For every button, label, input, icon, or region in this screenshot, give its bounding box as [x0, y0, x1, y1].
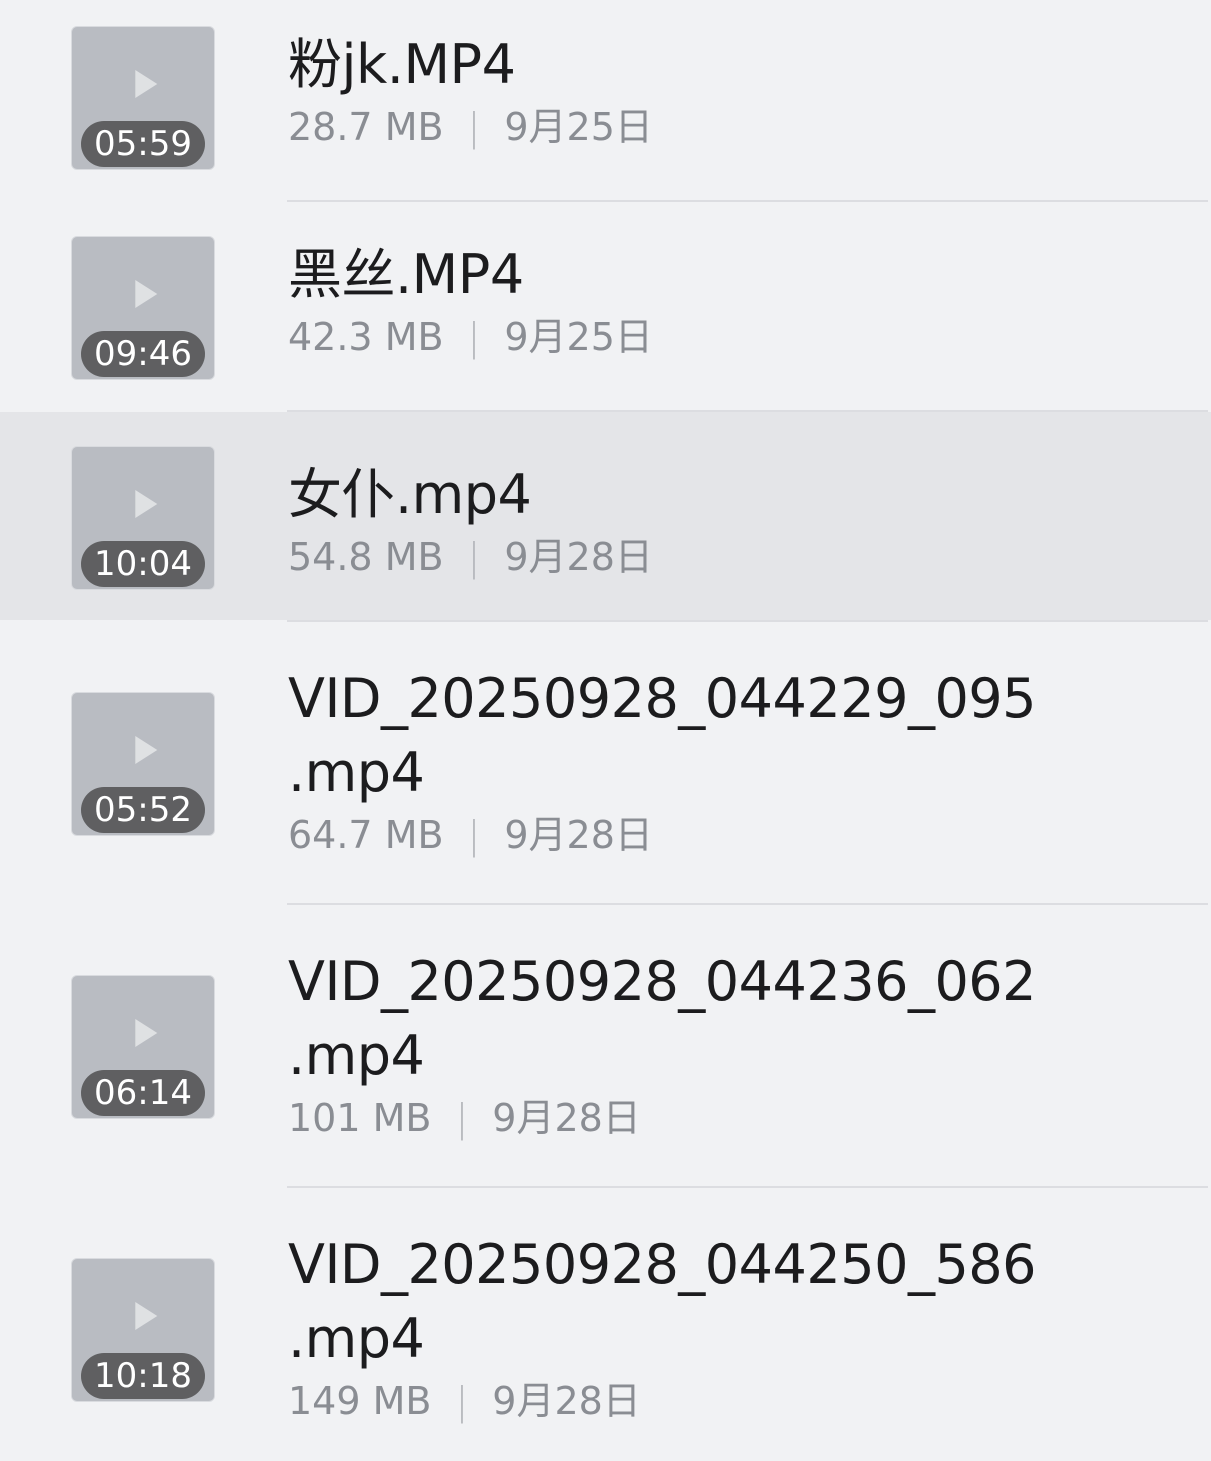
video-thumbnail[interactable]: 09:46: [71, 236, 215, 380]
duration-badge: 10:04: [81, 541, 205, 587]
file-row[interactable]: 10:18 VID_20250928_044250_586 .mp4 149 MB | 9…: [0, 1188, 1211, 1461]
video-thumbnail[interactable]: 05:52: [71, 692, 215, 836]
meta-separator: |: [467, 315, 481, 359]
file-info: 黑丝.MP4 42.3 MB | 9月25日: [288, 238, 1211, 362]
file-name: 粉jk.MP4: [288, 33, 516, 96]
play-icon: [135, 69, 158, 98]
play-icon: [135, 1301, 158, 1330]
meta-separator: |: [467, 105, 481, 149]
file-date: 9月25日: [504, 105, 653, 149]
video-thumbnail[interactable]: 06:14: [71, 975, 215, 1119]
meta-separator: |: [455, 1379, 469, 1423]
file-name: .mp4: [288, 1307, 425, 1370]
duration-badge: 05:59: [81, 121, 205, 167]
file-date: 9月28日: [504, 813, 653, 857]
video-thumbnail[interactable]: 10:04: [71, 446, 215, 590]
play-icon: [135, 735, 158, 764]
file-name: 黑丝.MP4: [288, 243, 524, 306]
play-icon: [135, 489, 158, 518]
file-info: 女仆.mp4 54.8 MB | 9月28日: [288, 458, 1211, 582]
duration-badge: 06:14: [81, 1070, 205, 1116]
meta-separator: |: [455, 1096, 469, 1140]
file-row[interactable]: 05:59 粉jk.MP4 28.7 MB | 9月25日: [0, 0, 1211, 200]
file-info: VID_20250928_044250_586 .mp4 149 MB | 9月28日: [288, 1228, 1211, 1426]
duration-badge: 10:18: [81, 1353, 205, 1399]
file-size: 64.7 MB: [288, 813, 444, 857]
file-info: VID_20250928_044229_095 .mp4 64.7 MB | 9月28日: [288, 662, 1211, 860]
file-name: VID_20250928_044229_095: [288, 667, 1037, 730]
file-meta: 54.8 MB | 9月28日: [288, 532, 1211, 582]
play-icon: [135, 279, 158, 308]
file-meta: 28.7 MB | 9月25日: [288, 102, 1211, 152]
file-row[interactable]: 06:14 VID_20250928_044236_062 .mp4 101 MB | 9…: [0, 905, 1211, 1186]
file-size: 101 MB: [288, 1096, 432, 1140]
meta-separator: |: [467, 535, 481, 579]
file-meta: 101 MB | 9月28日: [288, 1093, 1211, 1143]
file-row[interactable]: 10:04 女仆.mp4 54.8 MB | 9月28日: [0, 412, 1211, 620]
file-name: VID_20250928_044236_062: [288, 950, 1037, 1013]
file-date: 9月28日: [492, 1379, 641, 1423]
file-name: 女仆.mp4: [288, 463, 532, 526]
file-meta: 64.7 MB | 9月28日: [288, 810, 1211, 860]
video-thumbnail[interactable]: 05:59: [71, 26, 215, 170]
file-size: 149 MB: [288, 1379, 432, 1423]
file-info: VID_20250928_044236_062 .mp4 101 MB | 9月28日: [288, 945, 1211, 1143]
play-icon: [135, 1018, 158, 1047]
meta-separator: |: [467, 813, 481, 857]
duration-badge: 05:52: [81, 787, 205, 833]
file-info: 粉jk.MP4 28.7 MB | 9月25日: [288, 28, 1211, 152]
file-size: 54.8 MB: [288, 535, 444, 579]
file-list: 05:59 粉jk.MP4 28.7 MB | 9月25日 09:46 黑丝.MP4 42.3…: [0, 0, 1211, 1461]
video-thumbnail[interactable]: 10:18: [71, 1258, 215, 1402]
file-row[interactable]: 09:46 黑丝.MP4 42.3 MB | 9月25日: [0, 202, 1211, 410]
duration-badge: 09:46: [81, 331, 205, 377]
file-name: .mp4: [288, 741, 425, 804]
file-size: 28.7 MB: [288, 105, 444, 149]
file-name: VID_20250928_044250_586: [288, 1233, 1037, 1296]
file-size: 42.3 MB: [288, 315, 444, 359]
file-name: .mp4: [288, 1024, 425, 1087]
file-row[interactable]: 05:52 VID_20250928_044229_095 .mp4 64.7 MB |…: [0, 622, 1211, 903]
file-date: 9月28日: [504, 535, 653, 579]
file-date: 9月25日: [504, 315, 653, 359]
file-date: 9月28日: [492, 1096, 641, 1140]
file-meta: 42.3 MB | 9月25日: [288, 312, 1211, 362]
file-meta: 149 MB | 9月28日: [288, 1376, 1211, 1426]
